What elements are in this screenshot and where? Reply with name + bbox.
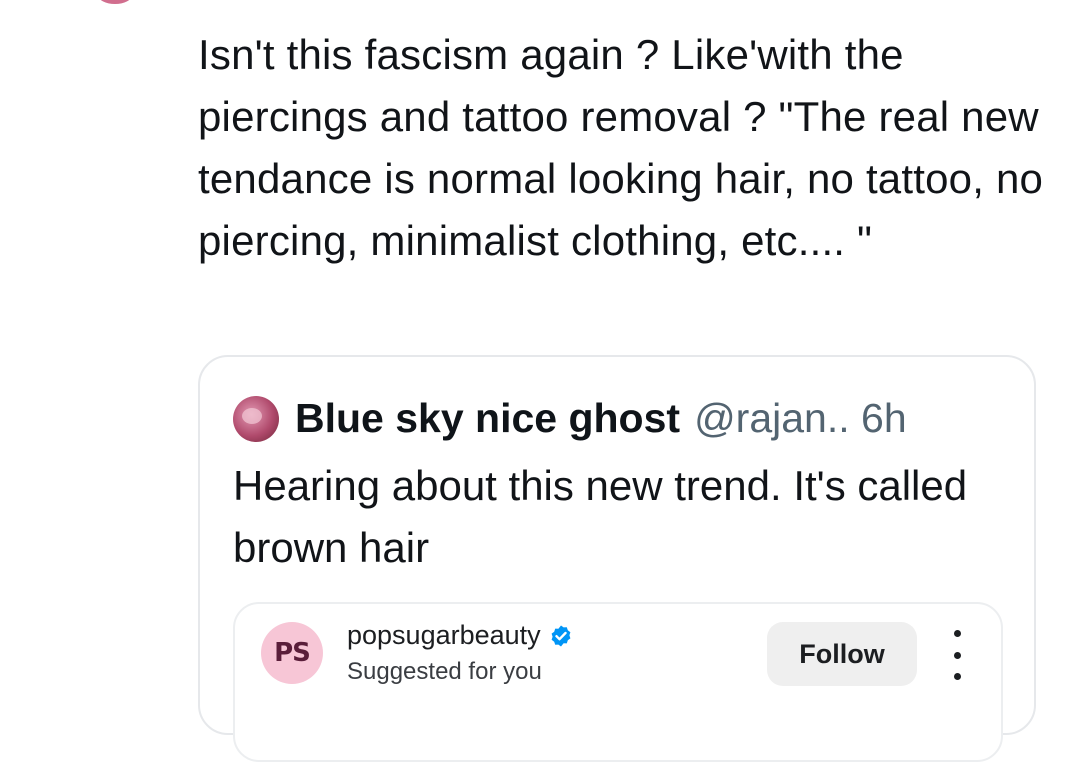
quoted-author-handle: @rajan.. 6h bbox=[694, 395, 907, 441]
popsugar-logo[interactable]: PS bbox=[261, 622, 323, 684]
verified-badge-icon bbox=[551, 625, 571, 646]
quoted-author-avatar[interactable] bbox=[233, 395, 279, 442]
follow-button[interactable]: Follow bbox=[767, 622, 917, 686]
more-dot bbox=[953, 651, 961, 659]
instagram-embed-card[interactable]: PS popsugarbeauty Suggested for you Foll… bbox=[233, 602, 1003, 762]
quoted-post-card[interactable]: Blue sky nice ghost @rajan.. 6h Hearing … bbox=[198, 355, 1036, 762]
more-dot bbox=[953, 673, 961, 680]
more-dot bbox=[953, 630, 961, 637]
author-avatar[interactable] bbox=[98, 0, 132, 4]
quoted-author-name[interactable]: Blue sky nice ghost bbox=[295, 395, 680, 442]
embed-account-name[interactable]: popsugarbeauty bbox=[347, 620, 541, 651]
quoted-post-text: Hearing about this new trend. It's calle… bbox=[233, 462, 968, 571]
quoted-post-header: Blue sky nice ghost @rajan.. 6h bbox=[233, 395, 907, 442]
more-vertical-icon[interactable] bbox=[947, 630, 967, 680]
embed-subtitle: Suggested for you bbox=[347, 658, 542, 685]
embed-account-row: popsugarbeauty bbox=[347, 620, 573, 651]
post-text: Isn't this fascism again ? Like'with the… bbox=[198, 31, 1044, 264]
